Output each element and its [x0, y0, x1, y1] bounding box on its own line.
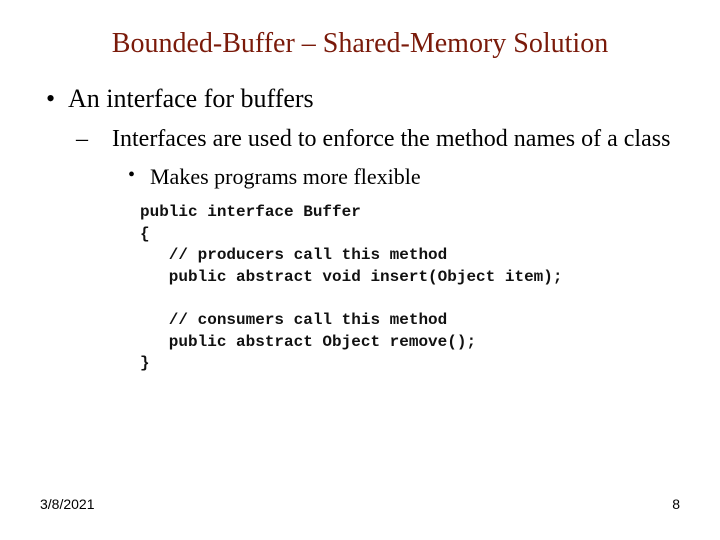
footer-date: 3/8/2021 [40, 496, 95, 512]
code-block: public interface Buffer { // producers c… [140, 202, 680, 375]
slide: Bounded-Buffer – Shared-Memory Solution … [0, 0, 720, 540]
footer-page-number: 8 [672, 496, 680, 512]
footer: 3/8/2021 8 [40, 496, 680, 512]
dash-icon: – [94, 124, 112, 154]
bullet-l2-text: Interfaces are used to enforce the metho… [112, 126, 670, 152]
bullet-level-1: An interface for buffers [40, 84, 680, 114]
bullet-level-2: –Interfaces are used to enforce the meth… [40, 124, 680, 154]
bullet-level-3: Makes programs more flexible [40, 164, 680, 190]
slide-title: Bounded-Buffer – Shared-Memory Solution [40, 28, 680, 60]
